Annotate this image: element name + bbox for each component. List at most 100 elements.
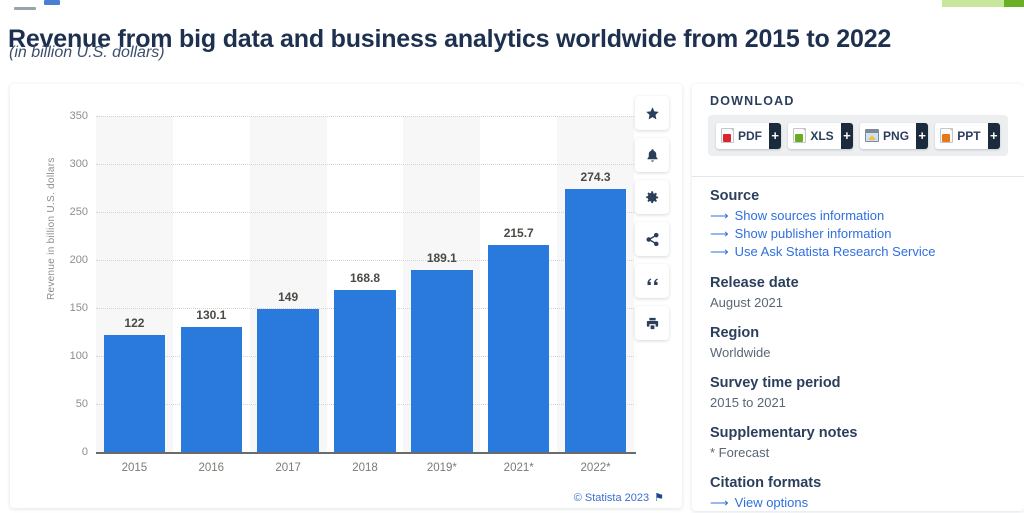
- region-heading: Region: [710, 325, 760, 341]
- download-ppt-expand[interactable]: +: [987, 122, 1000, 149]
- arrow-right-icon: ⟶: [710, 495, 729, 510]
- download-xls-expand[interactable]: +: [840, 122, 854, 149]
- download-png-expand[interactable]: +: [916, 122, 929, 149]
- gridline: [96, 116, 634, 117]
- gear-icon[interactable]: [635, 180, 669, 214]
- source-link-label: Use Ask Statista Research Service: [734, 244, 936, 259]
- citation-view-options-label: View options: [734, 495, 809, 510]
- quote-icon[interactable]: [635, 264, 669, 298]
- bar-value-label: 215.7: [503, 225, 534, 240]
- pdf-file-icon: [721, 128, 734, 143]
- bar[interactable]: [411, 270, 473, 452]
- xls-file-icon: [793, 128, 807, 143]
- chart-action-rail: [635, 96, 669, 340]
- progress-bar-track: [942, 0, 1024, 7]
- bar[interactable]: [334, 289, 396, 452]
- page-subtitle: (in billion U.S. dollars): [9, 44, 165, 61]
- copyright-notice: © Statista 2023 ⚑: [574, 491, 664, 504]
- source-link-label: Show sources information: [734, 208, 885, 223]
- bar[interactable]: [257, 308, 319, 452]
- ppt-file-icon: [940, 128, 954, 143]
- download-png-label: PNG: [883, 128, 910, 143]
- bar-value-label: 274.3: [580, 169, 611, 184]
- supplementary-notes-value: * Forecast: [710, 445, 770, 460]
- release-date-heading: Release date: [710, 275, 799, 291]
- favorite-star-icon[interactable]: [635, 96, 669, 130]
- info-sidebar: DOWNLOAD PDF + XLS + PNG + PPT + Source ⟶ Show s…: [692, 84, 1024, 511]
- download-pdf-label: PDF: [738, 128, 762, 143]
- x-axis-tick-label: 2021*: [503, 462, 534, 474]
- y-axis-tick-label: 100: [69, 350, 88, 362]
- y-axis-tick-label: 0: [81, 446, 88, 458]
- download-heading: DOWNLOAD: [710, 94, 795, 108]
- y-axis-tick-label: 200: [69, 254, 88, 266]
- source-link[interactable]: ⟶ Show sources information: [710, 208, 1010, 224]
- plot-area: 0 50 100 150 200 250 300 350 122 130.1 149 168.8 18…: [70, 110, 636, 474]
- y-axis-tick-label: 350: [69, 110, 88, 122]
- gridline: [96, 212, 634, 213]
- source-link[interactable]: ⟶ Use Ask Statista Research Service: [710, 244, 1010, 260]
- sidebar-details: Source ⟶ Show sources information ⟶ Show pu…: [710, 188, 1010, 513]
- survey-period-heading: Survey time period: [710, 375, 841, 391]
- arrow-right-icon: ⟶: [710, 244, 729, 259]
- bell-icon[interactable]: [635, 138, 669, 172]
- download-pdf-expand[interactable]: +: [769, 122, 782, 149]
- x-axis-tick-label: 2016: [198, 462, 225, 474]
- citation-formats-heading: Citation formats: [710, 475, 822, 491]
- x-axis-line: [96, 452, 636, 454]
- source-link-label: Show publisher information: [734, 226, 892, 241]
- bar-value-label: 168.8: [349, 270, 381, 285]
- print-icon[interactable]: [635, 306, 669, 340]
- gridline: [96, 260, 634, 261]
- download-xls-button[interactable]: XLS +: [788, 122, 854, 149]
- x-axis-tick-label: 2018: [352, 462, 378, 474]
- progress-bar-fill: [1004, 0, 1024, 7]
- y-axis-tick-label: 50: [75, 398, 88, 410]
- source-links: ⟶ Show sources information ⟶ Show publisher…: [710, 208, 1010, 260]
- download-ppt-main[interactable]: PPT: [935, 122, 988, 149]
- release-date-value: August 2021: [710, 295, 784, 310]
- x-axis-tick-label: 2015: [121, 462, 148, 474]
- cut-off-top-strip: [0, 0, 1024, 10]
- download-ppt-label: PPT: [957, 128, 981, 143]
- download-ppt-button[interactable]: PPT +: [935, 122, 1000, 149]
- bar-value-label: 189.1: [426, 251, 457, 266]
- region-value: Worldwide: [710, 345, 771, 360]
- bar[interactable]: [564, 188, 627, 452]
- bar-value-label: 122: [124, 315, 145, 330]
- y-axis-tick-label: 150: [69, 302, 88, 314]
- gridline: [96, 164, 634, 165]
- citation-view-options-link[interactable]: ⟶ View options: [710, 495, 1010, 511]
- copyright-text: © Statista 2023: [573, 492, 650, 504]
- cut-off-element-sliver-secondary: [14, 7, 36, 10]
- bar-value-label: 149: [278, 289, 299, 304]
- survey-period-value: 2015 to 2021: [710, 395, 786, 410]
- download-pdf-main[interactable]: PDF: [716, 122, 769, 149]
- chart-card: Revenue in billion U.S. dollars 0 50 100 15…: [10, 84, 682, 508]
- png-image-icon: [865, 129, 880, 142]
- x-axis-tick-label: 2022*: [580, 462, 611, 474]
- x-axis-tick-label: 2017: [275, 462, 301, 474]
- flag-icon: ⚑: [654, 492, 664, 504]
- download-xls-main[interactable]: XLS: [788, 122, 841, 149]
- y-axis-tick-label: 250: [69, 206, 88, 218]
- y-axis-title: Revenue in billion U.S. dollars: [46, 157, 57, 300]
- sidebar-divider: [692, 176, 1024, 177]
- y-axis-tick-label: 300: [69, 158, 88, 170]
- arrow-right-icon: ⟶: [710, 226, 729, 241]
- download-png-main[interactable]: PNG: [860, 122, 917, 149]
- arrow-right-icon: ⟶: [710, 208, 729, 223]
- bar-value-label: 130.1: [196, 308, 227, 323]
- x-axis-tick-label: 2019*: [426, 462, 457, 474]
- download-pdf-button[interactable]: PDF +: [716, 122, 782, 149]
- cut-off-element-sliver: [44, 0, 60, 5]
- bar[interactable]: [487, 244, 550, 452]
- share-icon[interactable]: [635, 222, 669, 256]
- source-link[interactable]: ⟶ Show publisher information: [710, 226, 1010, 242]
- bar[interactable]: [103, 334, 166, 452]
- download-button-group: PDF + XLS + PNG + PPT +: [708, 115, 1008, 156]
- bar[interactable]: [180, 327, 243, 452]
- supplementary-notes-heading: Supplementary notes: [710, 425, 858, 441]
- download-xls-label: XLS: [810, 128, 834, 143]
- download-png-button[interactable]: PNG +: [860, 122, 929, 149]
